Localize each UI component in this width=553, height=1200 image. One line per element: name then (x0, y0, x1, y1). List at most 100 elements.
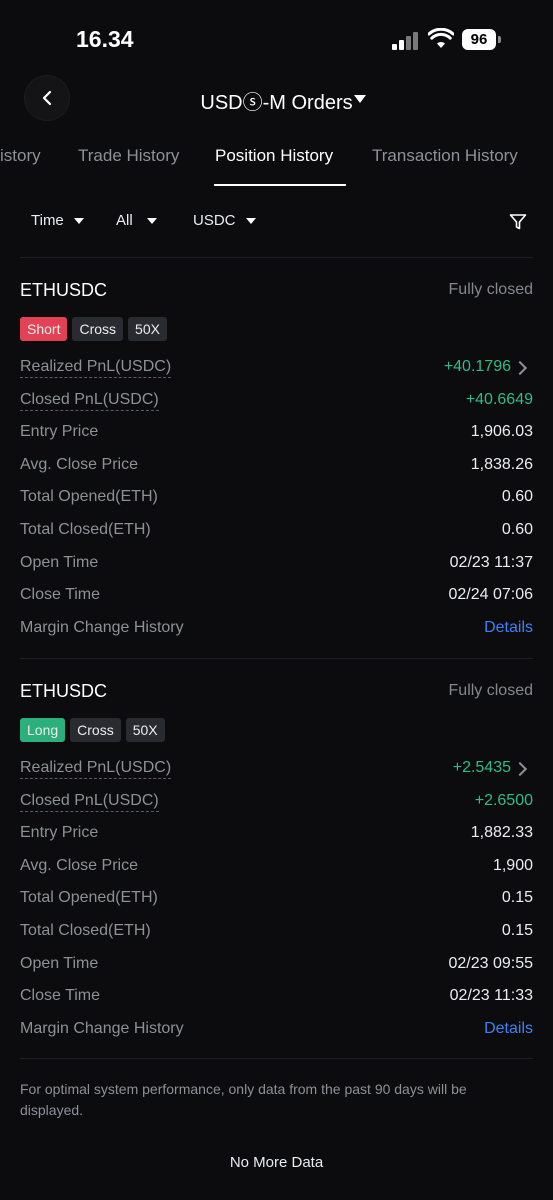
close-time-label: Close Time (20, 987, 101, 1004)
chevron-right-icon[interactable] (512, 360, 528, 376)
avg-close-price-label: Avg. Close Price (20, 857, 138, 874)
total-opened-row: Total Opened(ETH) 0.15 (20, 889, 533, 913)
total-closed-row: Total Closed(ETH) 0.15 (20, 922, 533, 946)
entry-price-value: 1,882.33 (470, 824, 533, 841)
battery-icon: 96 (462, 29, 496, 50)
total-closed-value: 0.15 (501, 922, 533, 939)
position-symbol: ETHUSDC (20, 681, 108, 701)
realized-pnl-value: +40.1796 (443, 358, 511, 375)
realized-pnl-row[interactable]: Realized PnL(USDC) +40.1796 (20, 358, 533, 382)
open-time-label: Open Time (20, 955, 99, 972)
position-card: ETHUSDC Fully closed Long Cross 50X Real… (20, 681, 533, 1051)
position-symbol: ETHUSDC (20, 280, 108, 300)
total-opened-value: 0.15 (501, 889, 533, 906)
page-title[interactable]: USDⓢ-M Orders (0, 86, 553, 115)
total-closed-row: Total Closed(ETH) 0.60 (20, 521, 533, 545)
divider (20, 1058, 533, 1059)
tab-trade-history[interactable]: Trade History (78, 146, 179, 166)
time-filter[interactable]: Time (31, 212, 84, 229)
open-time-value: 02/23 09:55 (448, 955, 533, 972)
side-filter[interactable]: All (116, 212, 157, 229)
closed-pnl-row: Closed PnL(USDC) +40.6649 (20, 391, 533, 415)
caret-down-icon (146, 217, 157, 224)
realized-pnl-row[interactable]: Realized PnL(USDC) +2.5435 (20, 759, 533, 783)
total-opened-row: Total Opened(ETH) 0.60 (20, 488, 533, 512)
avg-close-price-label: Avg. Close Price (20, 456, 138, 473)
leverage-badge: 50X (128, 317, 167, 341)
entry-price-value: 1,906.03 (470, 423, 533, 440)
margin-change-details-link[interactable]: Details (484, 1020, 533, 1038)
close-time-value: 02/24 07:06 (448, 586, 533, 603)
position-status: Fully closed (448, 281, 533, 298)
cellular-signal-icon (392, 32, 422, 50)
open-time-label: Open Time (20, 554, 99, 571)
realized-pnl-label[interactable]: Realized PnL(USDC) (20, 759, 172, 779)
title-dropdown-icon[interactable] (354, 95, 366, 103)
avg-close-price-row: Avg. Close Price 1,900 (20, 857, 533, 881)
close-time-label: Close Time (20, 586, 101, 603)
active-tab-indicator (214, 184, 346, 186)
margin-mode-badge: Cross (70, 718, 121, 742)
total-opened-label: Total Opened(ETH) (20, 889, 158, 906)
position-card: ETHUSDC Fully closed Short Cross 50X Rea… (20, 280, 533, 650)
divider (20, 658, 533, 659)
battery-tip (498, 36, 501, 43)
side-badge: Long (20, 718, 66, 742)
closed-pnl-label[interactable]: Closed PnL(USDC) (20, 792, 159, 812)
margin-change-row: Margin Change History Details (20, 619, 533, 643)
asset-filter[interactable]: USDC (193, 212, 256, 229)
chevron-right-icon[interactable] (512, 761, 528, 777)
realized-pnl-value: +2.5435 (452, 759, 511, 776)
tab-transaction-history[interactable]: Transaction History (372, 146, 518, 166)
tab-position-history[interactable]: Position History (215, 146, 333, 166)
position-tags: Short Cross 50X (20, 317, 167, 341)
total-opened-value: 0.60 (501, 488, 533, 505)
open-time-row: Open Time 02/23 11:37 (20, 554, 533, 578)
total-closed-label: Total Closed(ETH) (20, 922, 151, 939)
side-filter-label: All (116, 212, 133, 229)
filter-bar: Time All USDC (0, 212, 553, 236)
margin-mode-badge: Cross (72, 317, 124, 341)
avg-close-price-row: Avg. Close Price 1,838.26 (20, 456, 533, 480)
status-bar: 16.34 96 (0, 0, 553, 70)
entry-price-label: Entry Price (20, 423, 99, 440)
divider (20, 257, 533, 258)
side-badge: Short (20, 317, 68, 341)
tab-bar: istory Trade History Position History Tr… (0, 146, 553, 186)
close-time-value: 02/23 11:33 (449, 987, 533, 1004)
realized-pnl-label[interactable]: Realized PnL(USDC) (20, 358, 172, 378)
closed-pnl-value: +2.6500 (474, 792, 533, 809)
margin-change-label: Margin Change History (20, 1020, 184, 1037)
avg-close-price-value: 1,900 (492, 857, 533, 874)
avg-close-price-value: 1,838.26 (470, 456, 533, 473)
close-time-row: Close Time 02/23 11:33 (20, 987, 533, 1011)
position-status: Fully closed (448, 682, 533, 699)
total-closed-value: 0.60 (501, 521, 533, 538)
caret-down-icon (73, 217, 84, 224)
total-opened-label: Total Opened(ETH) (20, 488, 158, 505)
entry-price-row: Entry Price 1,906.03 (20, 423, 533, 447)
closed-pnl-row: Closed PnL(USDC) +2.6500 (20, 792, 533, 816)
position-tags: Long Cross 50X (20, 718, 165, 742)
close-time-row: Close Time 02/24 07:06 (20, 586, 533, 610)
open-time-row: Open Time 02/23 09:55 (20, 955, 533, 979)
time-filter-label: Time (31, 212, 64, 229)
end-of-list-label: No More Data (229, 1154, 324, 1171)
entry-price-row: Entry Price 1,882.33 (20, 824, 533, 848)
margin-change-label: Margin Change History (20, 619, 184, 636)
retention-note: For optimal system performance, only dat… (20, 1081, 467, 1118)
margin-change-details-link[interactable]: Details (484, 619, 533, 637)
tab-order-history[interactable]: istory (0, 146, 41, 166)
closed-pnl-value: +40.6649 (465, 391, 533, 408)
total-closed-label: Total Closed(ETH) (20, 521, 151, 538)
asset-filter-label: USDC (193, 212, 236, 229)
entry-price-label: Entry Price (20, 824, 99, 841)
filter-funnel-icon[interactable] (509, 213, 527, 231)
status-time: 16.34 (76, 26, 134, 52)
caret-down-icon (245, 217, 256, 224)
open-time-value: 02/23 11:37 (449, 554, 533, 571)
margin-change-row: Margin Change History Details (20, 1020, 533, 1044)
wifi-icon (428, 28, 454, 48)
closed-pnl-label[interactable]: Closed PnL(USDC) (20, 391, 159, 411)
leverage-badge: 50X (125, 718, 165, 742)
